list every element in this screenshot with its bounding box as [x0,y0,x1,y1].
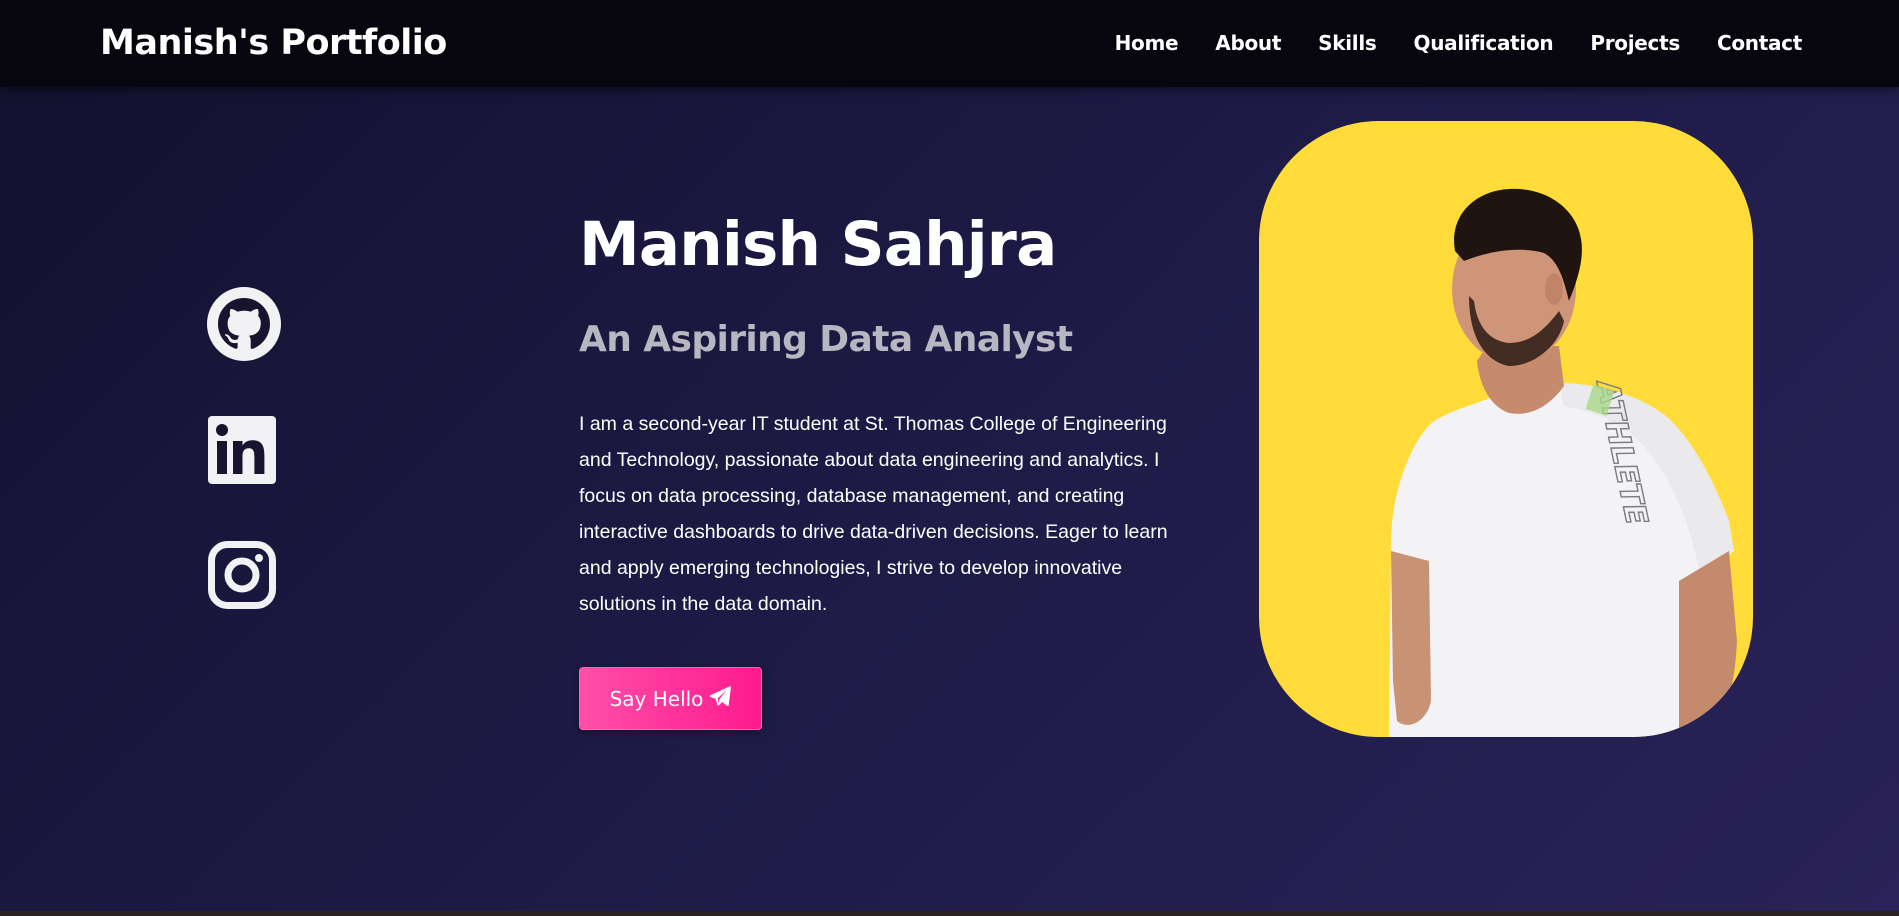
nav-links: Home About Skills Qualification Projects… [1078,29,1803,57]
page-bottom-divider [0,911,1899,916]
say-hello-button[interactable]: Say Hello [579,667,762,730]
nav-link-contact[interactable]: Contact [1717,29,1802,57]
github-icon[interactable] [206,286,282,362]
instagram-icon[interactable] [208,541,276,609]
nav-link-home[interactable]: Home [1115,29,1179,57]
hero-description: I am a second-year IT student at St. Tho… [579,413,1168,615]
nav-link-skills[interactable]: Skills [1318,29,1377,57]
top-navbar: Manish's Portfolio Home About Skills Qua… [0,0,1899,87]
nav-link-projects[interactable]: Projects [1590,29,1680,57]
paper-plane-icon [709,685,732,712]
say-hello-label: Say Hello [609,686,704,711]
nav-link-about[interactable]: About [1215,29,1281,57]
linkedin-icon[interactable] [208,416,276,484]
hero-name: Manish Sahjra [579,209,1057,280]
profile-photo: ATHLETE [1259,121,1753,737]
site-brand[interactable]: Manish's Portfolio [100,19,447,67]
nav-link-qualification[interactable]: Qualification [1414,29,1554,57]
hero-subtitle: An Aspiring Data Analyst [579,319,1073,360]
